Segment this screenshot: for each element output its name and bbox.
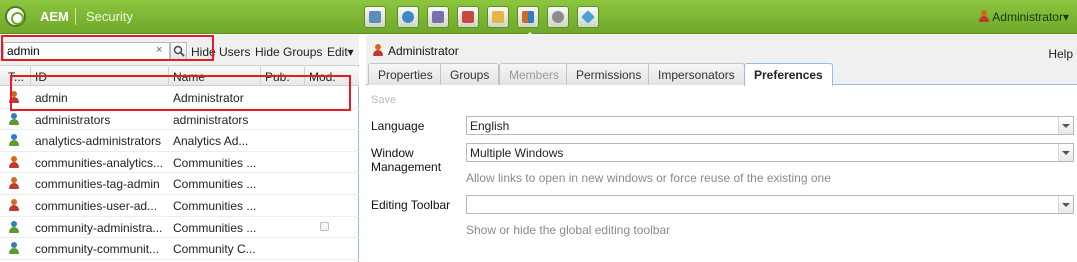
- group-icon: [9, 112, 19, 125]
- column-divider: [304, 67, 305, 86]
- language-select[interactable]: English: [466, 116, 1074, 135]
- language-label: Language: [371, 119, 425, 133]
- row-id: communities-analytics...: [35, 155, 164, 170]
- section-title: Security: [86, 9, 133, 24]
- inbox-icon[interactable]: [487, 6, 509, 28]
- tab-properties[interactable]: Properties: [368, 63, 443, 85]
- save-button[interactable]: Save: [371, 94, 396, 106]
- websites-icon[interactable]: [364, 6, 386, 28]
- column-name[interactable]: Name: [173, 70, 205, 84]
- tab-preferences[interactable]: Preferences: [744, 63, 833, 86]
- user-menu-button[interactable]: Administrator▾: [979, 10, 1069, 24]
- search-input[interactable]: [3, 42, 170, 60]
- tab-impersonators[interactable]: Impersonators: [648, 63, 745, 85]
- row-name: Community C...: [173, 242, 256, 257]
- group-icon: [9, 134, 19, 147]
- edit-menu-button[interactable]: Edit▾: [327, 45, 354, 59]
- user-icon: [9, 177, 19, 190]
- tab-members[interactable]: Members: [499, 63, 570, 85]
- user-grid: admin Administrator administrators administ…: [0, 87, 359, 260]
- table-row[interactable]: administrators administrators: [0, 109, 359, 131]
- brand-divider: [75, 8, 76, 25]
- window-management-value: Multiple Windows: [470, 146, 564, 160]
- search-icon: [173, 45, 185, 57]
- row-name: Communities ...: [173, 155, 257, 170]
- group-icon: [9, 220, 19, 233]
- row-name: Communities ...: [173, 220, 257, 235]
- row-name: Communities ...: [173, 177, 257, 192]
- column-divider: [260, 67, 261, 86]
- top-bar: AEM Security Administrator▾: [0, 0, 1077, 37]
- tab-permissions[interactable]: Permissions: [566, 63, 652, 85]
- panel-header: Administrator Help: [366, 35, 1077, 61]
- column-pub[interactable]: Pub.: [265, 70, 290, 84]
- editing-toolbar-select[interactable]: [466, 195, 1074, 214]
- table-row[interactable]: communities-tag-admin Communities ...: [0, 173, 359, 195]
- editing-toolbar-hint: Show or hide the global editing toolbar: [466, 223, 671, 237]
- modified-checkbox[interactable]: [320, 221, 329, 231]
- table-row[interactable]: admin Administrator: [0, 87, 359, 109]
- table-row[interactable]: analytics-administrators Analytics Ad...: [0, 130, 359, 152]
- row-name: Communities ...: [173, 198, 257, 213]
- row-id: analytics-administrators: [35, 134, 162, 149]
- row-id: admin: [35, 91, 68, 105]
- row-name: Administrator: [173, 91, 244, 105]
- aem-logo-icon[interactable]: [5, 6, 26, 27]
- user-menu-label: Administrator▾: [992, 10, 1069, 24]
- brand-label: AEM: [40, 9, 69, 24]
- window-management-select[interactable]: Multiple Windows: [466, 143, 1074, 162]
- column-divider: [168, 67, 169, 86]
- row-id: communities-user-ad...: [35, 198, 158, 213]
- row-name: Analytics Ad...: [173, 134, 249, 149]
- panel-title: Administrator: [388, 44, 459, 58]
- user-icon: [979, 10, 990, 22]
- clear-search-icon[interactable]: ×: [156, 44, 162, 56]
- user-icon: [373, 44, 383, 56]
- row-id: community-communit...: [35, 242, 160, 257]
- table-row[interactable]: communities-analytics... Communities ...: [0, 152, 359, 174]
- tab-groups[interactable]: Groups: [440, 63, 500, 85]
- list-toolbar: × Hide Users Hide Groups Edit▾: [0, 35, 359, 66]
- chevron-down-icon[interactable]: [1058, 196, 1073, 213]
- table-row[interactable]: community-administra... Communities ...: [0, 217, 359, 239]
- editing-toolbar-label: Editing Toolbar: [371, 198, 451, 212]
- hide-users-button[interactable]: Hide Users: [191, 45, 250, 59]
- users-icon[interactable]: [517, 6, 539, 37]
- tagging-icon[interactable]: [577, 6, 599, 28]
- row-id: communities-tag-admin: [35, 177, 160, 192]
- user-icon: [9, 155, 19, 168]
- column-mod[interactable]: Mod.: [309, 70, 336, 84]
- tab-bar: Properties Groups Members Permissions Im…: [366, 61, 1077, 86]
- user-icon: [9, 91, 19, 103]
- table-row[interactable]: community-communit... Community C...: [0, 238, 359, 260]
- grid-header: T... ID Name Pub. Mod.: [0, 67, 359, 86]
- chevron-down-icon[interactable]: [1058, 117, 1073, 134]
- tools-icon[interactable]: [547, 6, 569, 28]
- column-type[interactable]: T...: [8, 70, 24, 84]
- campaigns-icon[interactable]: [457, 6, 479, 28]
- user-list-panel: × Hide Users Hide Groups Edit▾ T... ID N…: [0, 35, 359, 262]
- digital-assets-icon[interactable]: [397, 6, 419, 28]
- window-management-hint: Allow links to open in new windows or fo…: [466, 171, 831, 185]
- table-row[interactable]: communities-user-ad... Communities ...: [0, 195, 359, 217]
- row-id: administrators: [35, 112, 111, 127]
- hide-groups-button[interactable]: Hide Groups: [255, 45, 322, 59]
- row-id: community-administra...: [35, 220, 163, 235]
- help-link[interactable]: Help: [1048, 47, 1073, 61]
- column-id[interactable]: ID: [35, 70, 47, 84]
- column-divider: [30, 67, 31, 86]
- window-management-label: Window Management: [371, 146, 442, 174]
- mobile-icon[interactable]: [427, 6, 449, 28]
- user-icon: [9, 198, 19, 211]
- row-name: administrators: [173, 112, 249, 127]
- language-value: English: [470, 119, 510, 133]
- user-properties-panel: Administrator Help Properties Groups Mem…: [366, 35, 1077, 262]
- group-icon: [9, 242, 19, 255]
- chevron-down-icon[interactable]: [1058, 144, 1073, 161]
- search-button[interactable]: [170, 42, 187, 60]
